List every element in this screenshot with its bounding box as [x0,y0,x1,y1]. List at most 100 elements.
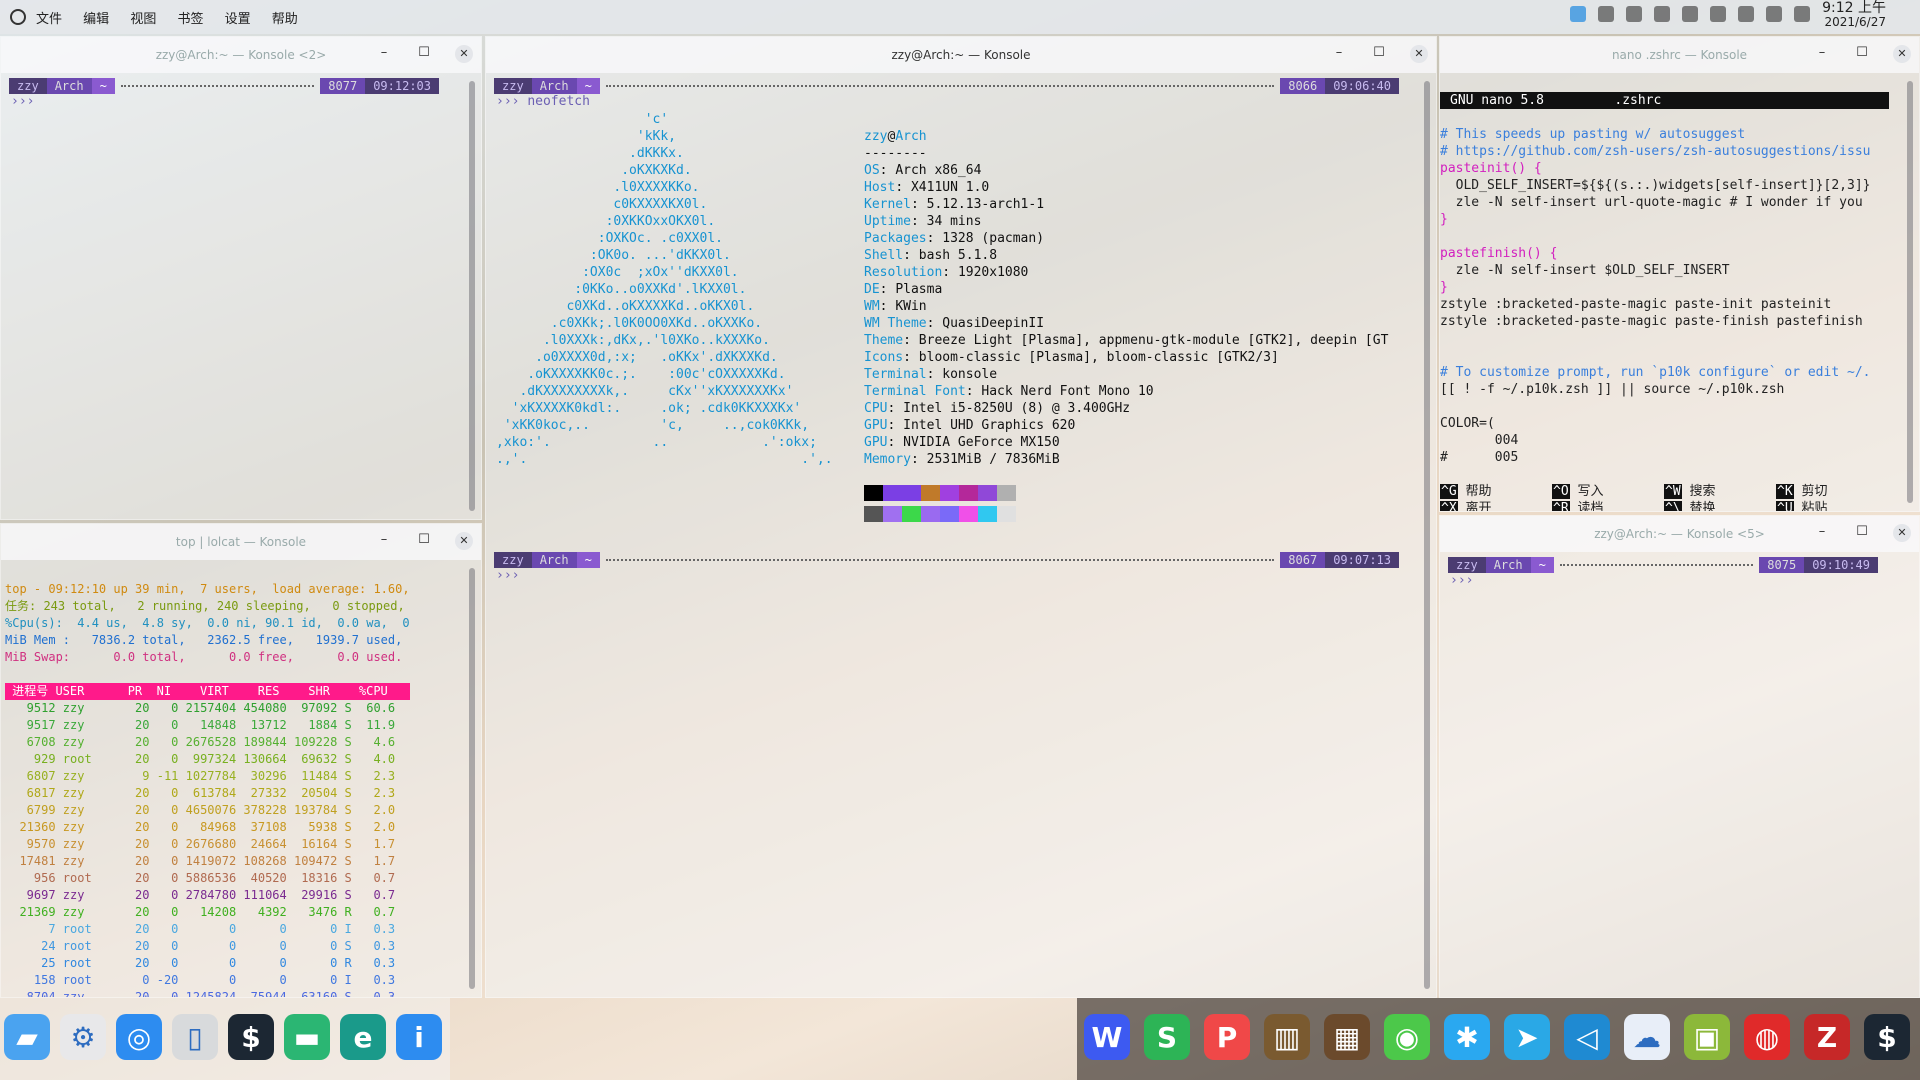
minimize-icon[interactable]: – [375,532,393,550]
shortcut-label: 剪切 [1793,484,1828,499]
process-row[interactable]: 9517 zzy 20 0 14848 13712 1884 S 11.9 [5,717,410,734]
scrollbar[interactable] [1424,81,1430,989]
maximize-icon[interactable]: ☐ [1370,45,1388,63]
close-icon[interactable]: ✕ [1410,45,1428,63]
star-app-icon[interactable]: ✱ [1444,1014,1490,1060]
menu-edit[interactable]: 编辑 [83,12,109,27]
process-row[interactable]: 929 root 20 0 997324 130664 69632 S 4.0 [5,751,410,768]
process-row[interactable]: 24 root 20 0 0 0 0 S 0.3 [5,938,410,955]
process-row[interactable]: 21369 zzy 20 0 14208 4392 3476 R 0.7 [5,904,410,921]
close-icon[interactable]: ✕ [1893,45,1911,63]
wps-spreadsheet-icon[interactable]: S [1144,1014,1190,1060]
close-icon[interactable]: ✕ [455,532,473,550]
window-titlebar[interactable]: zzy@Arch:~ — Konsole – ☐ ✕ [486,37,1436,73]
close-icon[interactable]: ✕ [1893,524,1911,542]
info-value: Intel UHD Graphics 620 [903,418,1076,433]
process-row[interactable]: 9570 zzy 20 0 2676680 24664 16164 S 1.7 [5,836,410,853]
process-row[interactable]: 9697 zzy 20 0 2784780 111064 29916 S 0.7 [5,887,410,904]
shortcut-item[interactable]: ^R 读档 [1552,500,1664,511]
maximize-icon[interactable]: ☐ [415,532,433,550]
wps-writer-icon[interactable]: W [1084,1014,1130,1060]
file-manager-icon[interactable]: ▰ [4,1014,50,1060]
process-row[interactable]: 8704 zzy 20 0 1245824 75944 63160 S 0.3 [5,989,410,997]
info-row: Kernel: 5.12.13-arch1-1 [864,197,1045,212]
clock[interactable]: 9:12 上午 2021/6/27 [1822,1,1886,29]
scrollbar[interactable] [469,81,475,511]
info-value: konsole [942,367,998,382]
android-icon[interactable]: ▣ [1684,1014,1730,1060]
scrollbar[interactable] [1907,81,1913,503]
vscode-icon[interactable]: ◁ [1564,1014,1610,1060]
process-row[interactable]: 9512 zzy 20 0 2157404 454080 97092 S 60.… [5,700,410,717]
process-row[interactable]: 6817 zzy 20 0 613784 27332 20504 S 2.3 [5,785,410,802]
maximize-icon[interactable]: ☐ [1853,524,1871,542]
minimize-icon[interactable]: – [1813,45,1831,63]
shortcut-item[interactable]: ^X 离开 [1440,500,1552,511]
edge-beta-icon[interactable]: e [340,1014,386,1060]
process-row[interactable]: 17481 zzy 20 0 1419072 108268 109472 S 1… [5,853,410,870]
shortcut-item[interactable]: ^U 粘贴 [1776,500,1888,511]
nano-editor[interactable]: GNU nano 5.8 .zshrc # This speeds up pas… [1440,75,1889,511]
info-icon[interactable]: i [396,1014,442,1060]
minimize-icon[interactable]: – [1330,45,1348,63]
menu-help[interactable]: 帮助 [272,12,298,27]
shortcut-item[interactable]: ^W 搜索 [1664,483,1776,500]
shortcut-item[interactable]: ^O 写入 [1552,483,1664,500]
terminal-icon[interactable]: $ [228,1014,274,1060]
volume-icon[interactable] [1766,6,1782,22]
process-row[interactable]: 6807 zzy 9 -11 1027784 30296 11484 S 2.3 [5,768,410,785]
maximize-icon[interactable]: ☐ [415,45,433,63]
minimize-icon[interactable]: – [1813,524,1831,542]
wifi-icon[interactable] [1738,6,1754,22]
telegram-icon[interactable]: ➤ [1504,1014,1550,1060]
intel-icon[interactable] [1598,6,1614,22]
logo-line: :OK0o. ...'dKKX0l. [496,248,731,263]
minecraft-icon[interactable]: ▦ [1324,1014,1370,1060]
netease-music-icon[interactable]: ◍ [1744,1014,1790,1060]
info-key: Kernel [864,197,911,212]
code-line: zstyle :bracketed-paste-magic paste-fini… [1440,314,1863,329]
process-row[interactable]: 6799 zzy 20 0 4650076 378228 193784 S 2.… [5,802,410,819]
calibre-icon[interactable]: ▥ [1264,1014,1310,1060]
filezilla-icon[interactable]: Z [1804,1014,1850,1060]
bluetooth-icon[interactable] [1710,6,1726,22]
shortcut-item[interactable]: ^G 帮助 [1440,483,1552,500]
window-title: zzy@Arch:~ — Konsole <5> [1594,527,1765,541]
process-row[interactable]: 6708 zzy 20 0 2676528 189844 109228 S 4.… [5,734,410,751]
window-titlebar[interactable]: nano .zshrc — Konsole – ☐ ✕ [1440,37,1919,73]
battery-icon[interactable] [1682,6,1698,22]
keyboard-icon[interactable] [1654,6,1670,22]
folder-icon[interactable]: ▬ [284,1014,330,1060]
tray-expand-icon[interactable] [1794,6,1810,22]
baidu-netdisk-icon[interactable]: ☁ [1624,1014,1670,1060]
system-logo-icon[interactable] [10,9,26,25]
process-row[interactable]: 25 root 20 0 0 0 0 R 0.3 [5,955,410,972]
browser-icon[interactable]: ◎ [116,1014,162,1060]
wechat-icon[interactable]: ◉ [1384,1014,1430,1060]
scrollbar[interactable] [469,568,475,989]
clipboard-icon[interactable] [1626,6,1642,22]
settings-icon[interactable]: ⚙ [60,1014,106,1060]
window-titlebar[interactable]: top | lolcat — Konsole – ☐ ✕ [1,524,481,560]
terminal2-icon[interactable]: $ [1864,1014,1910,1060]
window-titlebar[interactable]: zzy@Arch:~ — Konsole <2> – ☐ ✕ [1,37,481,73]
process-row[interactable]: 7 root 20 0 0 0 0 I 0.3 [5,921,410,938]
maximize-icon[interactable]: ☐ [1853,45,1871,63]
shortcut-key: ^O [1552,484,1570,499]
wps-presentation-icon[interactable]: P [1204,1014,1250,1060]
shortcut-item[interactable]: ^\ 替换 [1664,500,1776,511]
process-row[interactable]: 158 root 0 -20 0 0 0 I 0.3 [5,972,410,989]
menu-settings[interactable]: 设置 [225,12,251,27]
window-titlebar[interactable]: zzy@Arch:~ — Konsole <5> – ☐ ✕ [1440,516,1919,552]
info-key: Theme [864,333,904,348]
weather-icon[interactable] [1570,6,1586,22]
menu-file[interactable]: 文件 [36,12,62,27]
menu-bookmarks[interactable]: 书签 [177,12,203,27]
process-row[interactable]: 956 root 20 0 5886536 40520 18316 S 0.7 [5,870,410,887]
minimize-icon[interactable]: – [375,45,393,63]
shortcut-item[interactable]: ^K 剪切 [1776,483,1888,500]
close-icon[interactable]: ✕ [455,45,473,63]
phone-icon[interactable]: ▯ [172,1014,218,1060]
process-row[interactable]: 21360 zzy 20 0 84968 37108 5938 S 2.0 [5,819,410,836]
menu-view[interactable]: 视图 [130,12,156,27]
